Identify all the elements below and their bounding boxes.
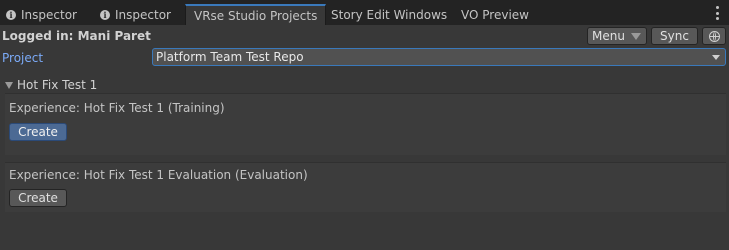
- menu-button-label: Menu: [592, 29, 625, 43]
- dropdown-arrow-icon: [712, 55, 720, 60]
- create-button-label: Create: [18, 191, 58, 205]
- create-button-label: Create: [18, 125, 58, 139]
- sync-button-label: Sync: [660, 29, 689, 43]
- tab-bar: i Inspector i Inspector VRse Studio Proj…: [0, 0, 729, 25]
- info-icon: i: [6, 9, 16, 20]
- sync-button[interactable]: Sync: [651, 27, 698, 45]
- project-dropdown-value: Platform Team Test Repo: [156, 50, 304, 64]
- experience-panel: Experience: Hot Fix Test 1 (Training) Cr…: [5, 93, 726, 155]
- tab-label: Inspector: [21, 7, 77, 22]
- tab-label: VRse Studio Projects: [194, 8, 318, 23]
- create-button[interactable]: Create: [9, 123, 67, 141]
- experience-panel: Experience: Hot Fix Test 1 Evaluation (E…: [5, 162, 726, 212]
- tab-vo-preview[interactable]: VO Preview: [461, 4, 529, 25]
- tab-story-edit-windows[interactable]: Story Edit Windows: [331, 4, 447, 25]
- globe-icon: [708, 30, 720, 42]
- project-dropdown[interactable]: Platform Team Test Repo: [152, 48, 726, 66]
- tab-label: Inspector: [115, 7, 171, 22]
- tab-inspector-1[interactable]: i Inspector: [6, 4, 77, 25]
- chevron-down-icon: [630, 32, 641, 40]
- logged-in-label: Logged in: Mani Paret: [2, 29, 151, 43]
- tab-inspector-2[interactable]: i Inspector: [100, 4, 171, 25]
- create-button[interactable]: Create: [9, 189, 67, 207]
- info-icon: i: [100, 9, 110, 20]
- experience-label: Experience: Hot Fix Test 1 Evaluation (E…: [9, 168, 308, 182]
- foldout-hot-fix-test-1[interactable]: Hot Fix Test 1: [5, 78, 97, 92]
- more-options-icon[interactable]: [715, 6, 719, 20]
- tab-vrse-studio-projects[interactable]: VRse Studio Projects: [185, 4, 327, 25]
- experience-label: Experience: Hot Fix Test 1 (Training): [9, 101, 225, 115]
- expand-triangle-icon: [5, 81, 13, 89]
- tab-label: VO Preview: [461, 7, 529, 22]
- menu-button[interactable]: Menu: [587, 27, 647, 45]
- tab-label: Story Edit Windows: [331, 7, 448, 22]
- web-button[interactable]: [702, 27, 726, 45]
- foldout-title: Hot Fix Test 1: [17, 78, 98, 92]
- project-label: Project: [2, 51, 44, 65]
